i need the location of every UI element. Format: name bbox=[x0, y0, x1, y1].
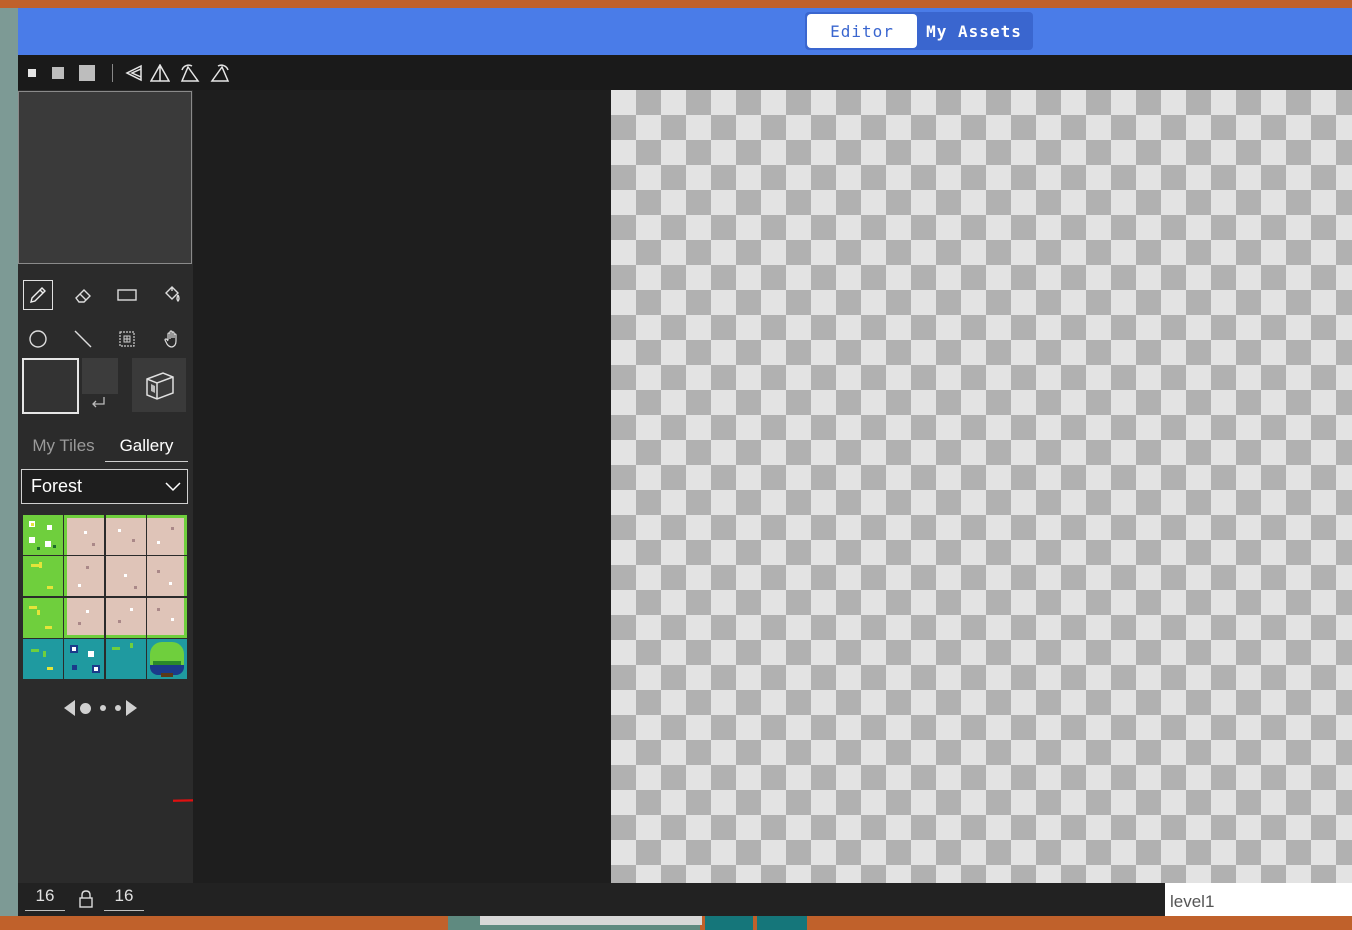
desktop-background-bottom bbox=[0, 916, 1352, 930]
top-bar: Editor My Assets bbox=[18, 8, 1352, 55]
canvas-width-input[interactable]: 16 bbox=[25, 883, 65, 911]
brush-size-medium-icon[interactable] bbox=[46, 66, 70, 79]
circle-icon[interactable] bbox=[23, 324, 53, 354]
secondary-color-swatch[interactable] bbox=[82, 358, 118, 394]
tile-grass-yellow[interactable] bbox=[23, 597, 63, 638]
tile-preview bbox=[18, 91, 192, 264]
lock-icon[interactable] bbox=[78, 889, 94, 914]
tileset-select[interactable]: Forest bbox=[21, 469, 188, 504]
tile-dirt-bottom-right[interactable] bbox=[146, 597, 187, 638]
brush-size-small-icon[interactable] bbox=[22, 68, 42, 77]
tab-gallery[interactable]: Gallery bbox=[105, 430, 188, 462]
tile-dirt-top[interactable] bbox=[105, 515, 146, 555]
mode-switch: Editor My Assets bbox=[805, 12, 1033, 50]
tile-bush[interactable] bbox=[146, 638, 187, 679]
rectangle-icon[interactable] bbox=[112, 280, 142, 310]
flip-vertical-icon[interactable] bbox=[145, 63, 175, 82]
tile-gallery bbox=[23, 515, 187, 679]
pencil-icon[interactable] bbox=[23, 280, 53, 310]
chevron-down-icon bbox=[165, 481, 181, 491]
editor-window: Editor My Assets My Tiles Gallery Forest… bbox=[18, 8, 1352, 916]
hand-icon[interactable] bbox=[157, 324, 187, 354]
eraser-icon[interactable] bbox=[68, 280, 98, 310]
pager-dot-1[interactable] bbox=[80, 702, 91, 714]
flip-horizontal-icon[interactable] bbox=[123, 64, 145, 82]
tab-my-assets[interactable]: My Assets bbox=[917, 14, 1031, 48]
tileset-select-value: Forest bbox=[31, 476, 83, 496]
rotate-right-icon[interactable] bbox=[205, 63, 235, 82]
pager-prev-icon[interactable] bbox=[64, 700, 75, 716]
select-grid-icon[interactable] bbox=[112, 324, 142, 354]
left-panel: My Tiles Gallery Forest bbox=[18, 90, 270, 883]
tile-teal-grass[interactable] bbox=[23, 638, 63, 679]
tile-dirt-center[interactable] bbox=[105, 556, 146, 597]
toolstrip-divider bbox=[112, 63, 113, 82]
desktop-background-top bbox=[0, 0, 1352, 8]
tile-dirt-right[interactable] bbox=[146, 556, 187, 597]
drawing-canvas[interactable] bbox=[611, 90, 1352, 883]
tile-dirt-bottom-left[interactable] bbox=[64, 597, 105, 638]
tile-teal-plain[interactable] bbox=[105, 638, 146, 679]
desktop-background-left bbox=[0, 8, 18, 930]
cube-3d-icon[interactable] bbox=[132, 358, 186, 412]
tile-dirt-bottom[interactable] bbox=[105, 597, 146, 638]
swap-colors-icon[interactable] bbox=[90, 396, 110, 412]
tool-strip bbox=[18, 55, 1352, 90]
asset-tabs: My Tiles Gallery bbox=[22, 430, 188, 462]
rotate-left-icon[interactable] bbox=[175, 63, 205, 82]
tab-my-tiles[interactable]: My Tiles bbox=[22, 430, 105, 462]
pager-dot-2[interactable] bbox=[100, 705, 106, 711]
line-icon[interactable] bbox=[68, 324, 98, 354]
tile-grass-tuft[interactable] bbox=[23, 556, 63, 597]
pager-next-icon[interactable] bbox=[126, 700, 137, 716]
tab-editor[interactable]: Editor bbox=[807, 14, 917, 48]
tile-flower-grass[interactable] bbox=[23, 515, 63, 555]
level-name-input[interactable] bbox=[1165, 883, 1352, 916]
tile-teal-flowers[interactable] bbox=[64, 638, 105, 679]
status-bar: 16 16 bbox=[18, 883, 1352, 916]
tile-pager bbox=[64, 699, 137, 717]
canvas-height-input[interactable]: 16 bbox=[104, 883, 144, 911]
primary-color-swatch[interactable] bbox=[22, 358, 79, 414]
workspace-margin bbox=[193, 90, 611, 883]
brush-size-large-icon[interactable] bbox=[74, 64, 100, 81]
tile-dirt-top-left[interactable] bbox=[64, 515, 105, 555]
tile-dirt-top-right[interactable] bbox=[146, 515, 187, 555]
fill-bucket-icon[interactable] bbox=[157, 280, 187, 310]
pager-dot-3[interactable] bbox=[115, 705, 121, 711]
tile-dirt-left[interactable] bbox=[64, 556, 105, 597]
